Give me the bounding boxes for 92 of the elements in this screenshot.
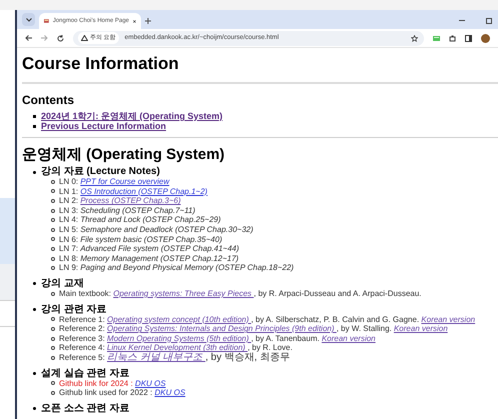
contents-heading: Contents — [22, 93, 75, 107]
circle-bullet-icon — [51, 228, 55, 232]
item-link[interactable]: Operating system concept (10th edition) — [107, 314, 252, 324]
item-text: LN 6: — [59, 234, 80, 244]
item-link[interactable]: DKU OS — [135, 378, 166, 388]
item-text: , by A. Tanenbaum. — [251, 334, 320, 344]
circle-bullet-icon — [51, 346, 55, 350]
warning-icon — [81, 35, 88, 41]
item-link[interactable]: Operating Systems: Internals and Design Principles (9th edition) — [107, 324, 336, 334]
item-text: Reference 4: — [59, 343, 106, 353]
item-text: , by R. Arpaci-Dusseau and A. Arpaci-Dusseau. — [254, 288, 422, 299]
item-text: Github link used for 2022 : — [59, 388, 154, 398]
circle-bullet-icon — [51, 317, 55, 322]
group-heading: 강의 교재 — [41, 278, 84, 289]
star-icon[interactable] — [411, 34, 418, 42]
item-text: Reference 3: — [59, 334, 106, 344]
item-link[interactable]: Operating systems: Three Easy Pieces — [113, 288, 254, 299]
circle-bullet-icon — [51, 237, 55, 242]
group-heading: 강의 자료 (Lecture Notes) — [41, 167, 160, 177]
close-icon[interactable] — [133, 18, 136, 24]
item-text: Main textbook: — [59, 288, 112, 299]
item-link[interactable]: Korean version — [421, 314, 476, 324]
bullet-icon — [33, 282, 36, 286]
bullet-icon — [33, 372, 36, 375]
item-link[interactable]: DKU OS — [154, 388, 186, 398]
circle-bullet-icon — [51, 390, 55, 395]
item-link[interactable]: OS Introduction (OSTEP Chap.1~2) — [80, 186, 208, 196]
profile-avatar[interactable] — [481, 34, 490, 42]
circle-bullet-icon — [51, 246, 55, 251]
highlight-text: Github link for 2024 : — [59, 378, 134, 388]
circle-bullet-icon — [51, 292, 55, 296]
item-title: File system basic (OSTEP Chap.35~40) — [80, 234, 222, 244]
circle-bullet-icon — [51, 336, 55, 341]
bullet-icon — [33, 308, 36, 312]
item-link[interactable]: Korean version — [394, 324, 448, 334]
back-arrow-icon[interactable] — [25, 35, 32, 41]
item-text: LN 3: — [59, 206, 80, 216]
item-title: Thread and Lock (OSTEP Chap.25~29) — [80, 215, 221, 225]
item-text: , by A. Silberschatz, P. B. Calvin and G. Gagne. — [251, 314, 420, 324]
group-heading: 설계 실습 관련 자료 — [41, 368, 130, 378]
item-title: Memory Management (OSTEP Chap.12~17) — [80, 254, 239, 264]
circle-bullet-icon — [51, 381, 55, 386]
item-link[interactable]: Process (OSTEP Chap.3~6) — [80, 196, 181, 206]
item-text: , by W. Stalling. — [336, 324, 393, 334]
circle-bullet-icon — [51, 198, 55, 203]
maximize-icon[interactable] — [486, 18, 492, 24]
item-text: Reference 5: — [59, 352, 106, 362]
item-link[interactable]: Korean version — [322, 334, 376, 344]
page-title: Course Information — [22, 54, 180, 74]
item-link[interactable]: PPT for Course overview — [80, 177, 170, 187]
item-title: Scheduling (OSTEP Chap.7~11) — [80, 206, 196, 216]
item-text: LN 0: — [59, 177, 80, 187]
section-title: 운영체제 (Operating System) — [22, 146, 226, 164]
item-text: , by 백승재, 최종무 — [205, 352, 290, 362]
bullet-icon — [33, 114, 36, 118]
item-title: Paging and Beyond Physical Memory (OSTEP Chap.18~22) — [80, 263, 294, 273]
bullet-icon — [33, 124, 36, 128]
circle-bullet-icon — [51, 356, 55, 360]
circle-bullet-icon — [51, 208, 55, 213]
item-title: Advanced File system (OSTEP Chap.41~44) — [80, 244, 240, 254]
item-text: LN 9: — [59, 263, 80, 273]
bullet-icon — [33, 407, 36, 410]
item-title: Semaphore and Deadlock (OSTEP Chap.30~32) — [80, 224, 254, 235]
contents-link[interactable]: Previous Lecture Information — [41, 121, 166, 131]
side-panel-icon[interactable] — [465, 34, 472, 42]
group-heading: 강의 관련 자료 — [41, 304, 107, 315]
item-text: Reference 1: — [59, 314, 106, 324]
circle-bullet-icon — [51, 189, 55, 194]
item-link[interactable]: Modern Operating Systems (5th edition) — [107, 334, 252, 344]
item-text: LN 1: — [59, 186, 80, 196]
item-link[interactable]: 리눅스 커널 내부구조 — [107, 352, 206, 362]
item-text: , by R. Love. — [248, 343, 292, 352]
circle-bullet-icon — [51, 180, 55, 184]
contents-link[interactable]: 2024년 1학기: 운영체제 (Operating System) — [41, 111, 223, 121]
item-text: LN 8: — [59, 254, 80, 264]
favicon-icon — [44, 18, 49, 24]
chevron-down-icon — [26, 18, 32, 22]
circle-bullet-icon — [51, 218, 55, 222]
tab-search-button[interactable] — [22, 13, 35, 26]
item-text: Reference 2: — [59, 324, 106, 334]
circle-bullet-icon — [51, 326, 55, 331]
item-text: LN 4: — [59, 215, 80, 225]
circle-bullet-icon — [51, 256, 55, 261]
item-link[interactable]: Linux Kernel Development (3th edition) — [107, 343, 248, 353]
item-text: LN 5: — [59, 224, 80, 235]
circle-bullet-icon — [51, 266, 55, 270]
item-text: LN 7: — [59, 244, 80, 254]
new-tab-icon[interactable] — [145, 18, 151, 24]
group-heading: 오픈 소스 관련 자료 — [41, 404, 130, 414]
reload-icon[interactable] — [57, 34, 64, 42]
item-text: LN 2: — [59, 196, 80, 206]
bullet-icon — [33, 170, 36, 174]
